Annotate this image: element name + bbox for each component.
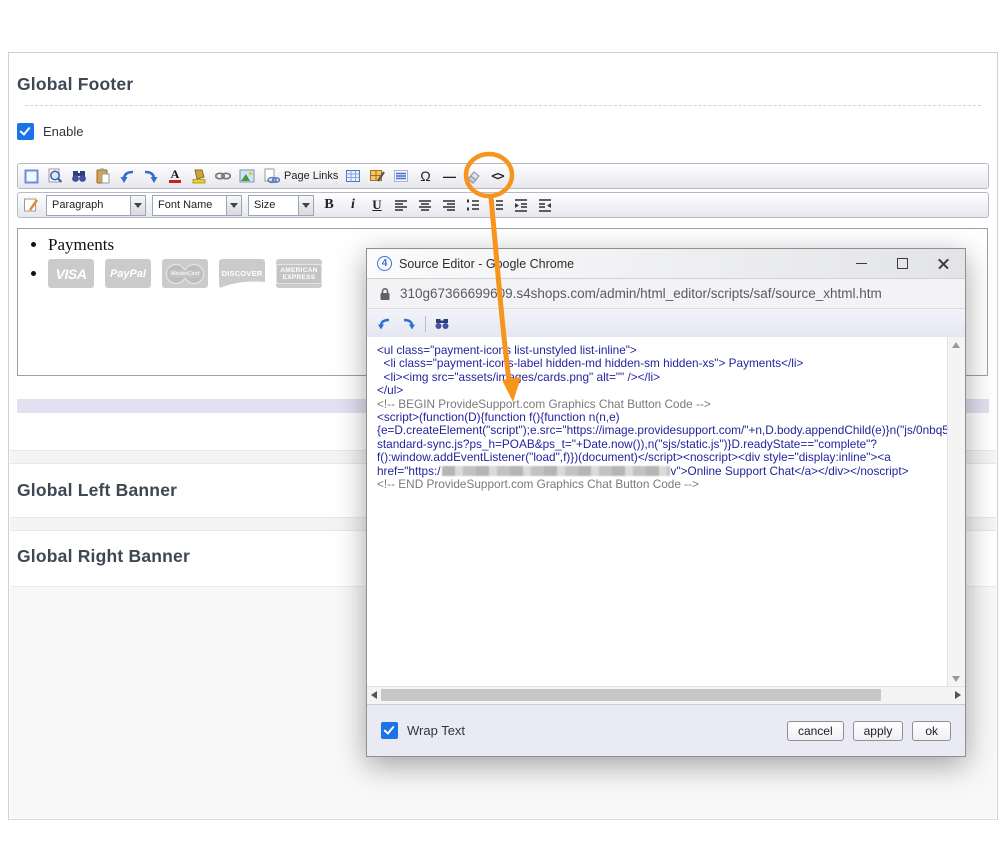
- enable-checkbox[interactable]: [17, 123, 34, 140]
- vertical-scrollbar[interactable]: [947, 337, 965, 687]
- align-left-icon[interactable]: [392, 196, 410, 214]
- editor-toolbar-row1: A Page Links Ω — <>: [17, 163, 989, 189]
- chevron-down-icon[interactable]: [226, 196, 241, 215]
- wrap-text-label: Wrap Text: [407, 723, 465, 738]
- horizontal-lines-icon[interactable]: [392, 167, 410, 185]
- minimize-icon[interactable]: [856, 263, 867, 265]
- source-code-icon[interactable]: <>: [488, 167, 506, 185]
- window-title: Source Editor - Google Chrome: [399, 257, 849, 271]
- code-line: <script>(function(D){function f(){functi…: [377, 411, 946, 424]
- close-icon[interactable]: [938, 258, 949, 269]
- source-code-textarea[interactable]: <ul class="payment-icons list-unstyled l…: [367, 337, 948, 687]
- discover-card-icon: DISCOVER: [219, 259, 265, 288]
- unordered-list-icon[interactable]: [488, 196, 506, 214]
- editor-toolbar-row2: Paragraph Font Name Size B i U: [17, 192, 989, 218]
- page-url: 310g67366699609.s4shops.com/admin/html_e…: [400, 286, 882, 301]
- address-bar: 310g67366699609.s4shops.com/admin/html_e…: [367, 279, 965, 309]
- ok-button[interactable]: ok: [912, 721, 951, 741]
- mastercard-card-icon: MasterCard: [162, 259, 208, 288]
- redo-icon[interactable]: [400, 315, 418, 333]
- scroll-left-icon[interactable]: [371, 691, 377, 699]
- chevron-down-icon[interactable]: [130, 196, 145, 215]
- find-icon[interactable]: [70, 167, 88, 185]
- bold-button[interactable]: B: [320, 196, 338, 214]
- font-name-dropdown[interactable]: Font Name: [152, 195, 242, 216]
- special-character-icon[interactable]: Ω: [416, 167, 434, 185]
- source-editor-footer: Wrap Text cancel apply ok: [367, 704, 965, 756]
- horizontal-rule-icon[interactable]: —: [440, 167, 458, 185]
- code-line: standard-sync.js?ps_h=POAB&ps_t="+Date.n…: [377, 438, 946, 451]
- undo-icon[interactable]: [375, 315, 393, 333]
- code-line: <ul class="payment-icons list-unstyled l…: [377, 344, 946, 357]
- page-links-icon[interactable]: [262, 167, 280, 185]
- enable-label: Enable: [43, 124, 83, 139]
- wrap-text-checkbox[interactable]: [381, 722, 398, 739]
- indent-icon[interactable]: [512, 196, 530, 214]
- edit-style-icon[interactable]: [22, 196, 40, 214]
- global-footer-heading: Global Footer: [17, 74, 133, 95]
- scroll-up-icon[interactable]: [952, 342, 960, 348]
- code-line: </ul>: [377, 384, 946, 397]
- italic-button[interactable]: i: [344, 196, 362, 214]
- apply-button[interactable]: apply: [853, 721, 904, 741]
- underline-button[interactable]: U: [368, 196, 386, 214]
- page-links-label[interactable]: Page Links: [284, 170, 338, 182]
- scroll-right-icon[interactable]: [955, 691, 961, 699]
- find-icon[interactable]: [433, 315, 451, 333]
- preview-icon[interactable]: [46, 167, 64, 185]
- section-divider: [25, 105, 981, 106]
- code-line: {e=D.createElement("script");e.src="http…: [377, 424, 946, 437]
- align-center-icon[interactable]: [416, 196, 434, 214]
- redo-icon[interactable]: [142, 167, 160, 185]
- visa-card-icon: VISA: [48, 259, 94, 288]
- source-code-panel: <ul class="payment-icons list-unstyled l…: [367, 337, 965, 687]
- scroll-down-icon[interactable]: [952, 676, 960, 682]
- code-line-comment: <!-- END ProvideSupport.com Graphics Cha…: [377, 478, 946, 491]
- scrollbar-thumb[interactable]: [381, 689, 881, 701]
- size-dropdown[interactable]: Size: [248, 195, 314, 216]
- code-line-redacted-href: href="https:/v">Online Support Chat</a><…: [377, 465, 946, 478]
- global-right-banner-heading: Global Right Banner: [17, 546, 190, 567]
- fullscreen-icon[interactable]: [22, 167, 40, 185]
- chevron-down-icon[interactable]: [298, 196, 313, 215]
- lock-icon: [379, 287, 391, 301]
- image-icon[interactable]: [238, 167, 256, 185]
- window-title-bar[interactable]: 4 Source Editor - Google Chrome: [367, 249, 965, 279]
- chrome-tab-number-icon: 4: [377, 256, 392, 271]
- eraser-icon[interactable]: [464, 167, 482, 185]
- font-color-icon[interactable]: A: [166, 167, 184, 185]
- insert-table-icon[interactable]: [344, 167, 362, 185]
- code-line: f():window.addEventListener("load",f)})(…: [377, 451, 946, 464]
- paste-icon[interactable]: [94, 167, 112, 185]
- edit-table-icon[interactable]: [368, 167, 386, 185]
- horizontal-scrollbar[interactable]: [367, 686, 965, 704]
- source-editor-window: 4 Source Editor - Google Chrome 310g6736…: [366, 248, 966, 757]
- cancel-button[interactable]: cancel: [787, 721, 844, 741]
- highlight-color-icon[interactable]: [190, 167, 208, 185]
- code-line: <li class="payment-icons-label hidden-md…: [377, 357, 946, 370]
- code-line: <li><img src="assets/images/cards.png" a…: [377, 371, 946, 384]
- undo-icon[interactable]: [118, 167, 136, 185]
- code-line-comment: <!-- BEGIN ProvideSupport.com Graphics C…: [377, 398, 946, 411]
- toolbar-divider: [425, 316, 426, 332]
- amex-card-icon: AMERICAN EXPRESS: [276, 259, 322, 288]
- ordered-list-icon[interactable]: [464, 196, 482, 214]
- maximize-icon[interactable]: [897, 258, 908, 269]
- link-icon[interactable]: [214, 167, 232, 185]
- paypal-card-icon: PayPal: [105, 259, 151, 288]
- source-editor-toolbar: [367, 309, 965, 339]
- global-left-banner-heading: Global Left Banner: [17, 480, 177, 501]
- paragraph-dropdown[interactable]: Paragraph: [46, 195, 146, 216]
- redacted-url-blur: [442, 466, 670, 476]
- align-right-icon[interactable]: [440, 196, 458, 214]
- outdent-icon[interactable]: [536, 196, 554, 214]
